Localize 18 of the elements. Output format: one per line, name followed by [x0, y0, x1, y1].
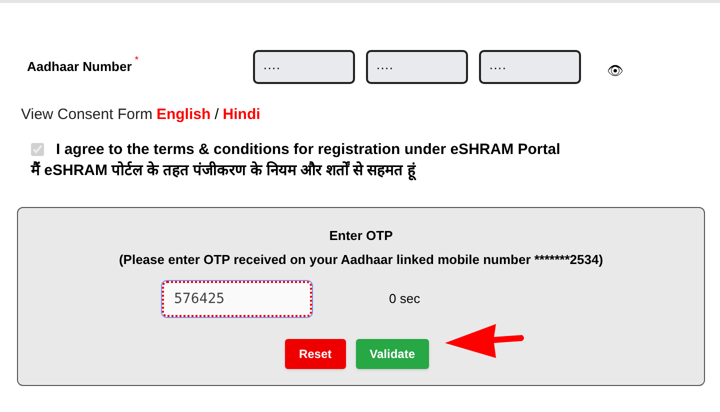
- otp-timer: 0 sec: [389, 290, 420, 308]
- required-mark: *: [134, 54, 139, 68]
- otp-instructions: (Please enter OTP received on your Aadhaar linked mobile number *******2534): [118, 250, 604, 269]
- consent-label: View Consent Form: [21, 105, 152, 125]
- aadhaar-input[interactable]: ····: [366, 50, 468, 84]
- otp-title: Enter OTP: [329, 227, 393, 245]
- reset-button[interactable]: Reset: [284, 339, 346, 369]
- aadhaar-input[interactable]: ····: [253, 50, 355, 84]
- aadhaar-input[interactable]: ····: [479, 50, 581, 84]
- arrow-icon: [444, 323, 526, 359]
- consent-link[interactable]: English: [156, 104, 211, 126]
- consent-link[interactable]: Hindi: [222, 104, 260, 126]
- field-label: Aadhaar Number: [27, 58, 132, 76]
- agreement-text-hindi: मैं eSHRAM पोर्टल के तहत पंजीकरण के नियम और शर्तों से सहमत हूं: [31, 161, 418, 181]
- separator: /: [214, 105, 219, 125]
- otp-input[interactable]: 576425: [162, 281, 312, 317]
- agreement-text: I agree to the terms & conditions for registration under eSHRAM Portal: [56, 140, 560, 160]
- show-password-button[interactable]: 👁: [607, 64, 624, 76]
